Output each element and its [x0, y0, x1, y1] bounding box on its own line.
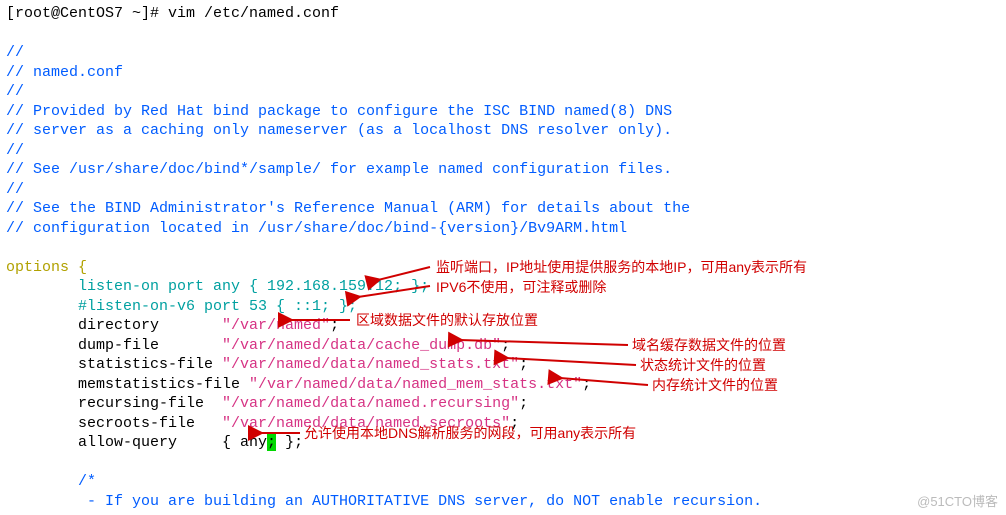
comment-line: // See the BIND Administrator's Referenc…: [6, 199, 1000, 219]
comment-line: // named.conf: [6, 63, 1000, 83]
comment-line: //: [6, 43, 1000, 63]
secroots-file-line: secroots-file "/var/named/data/named.sec…: [6, 414, 1000, 434]
statistics-file-line: statistics-file "/var/named/data/named_s…: [6, 355, 1000, 375]
recursing-file-line: recursing-file "/var/named/data/named.re…: [6, 394, 1000, 414]
comment-line: //: [6, 82, 1000, 102]
block-comment-line: /*: [6, 472, 1000, 492]
listen-on-line: listen-on port any { 192.168.159.12; };: [6, 277, 1000, 297]
shell-prompt: [root@CentOS7 ~]# vim /etc/named.conf: [6, 4, 1000, 24]
watermark-text: @51CTO博客: [917, 494, 998, 511]
allow-query-line: allow-query { any; };: [6, 433, 1000, 453]
dump-file-line: dump-file "/var/named/data/cache_dump.db…: [6, 336, 1000, 356]
block-comment-line: - If you are building an AUTHORITATIVE D…: [6, 492, 1000, 512]
comment-line: //: [6, 141, 1000, 161]
comment-line: // configuration located in /usr/share/d…: [6, 219, 1000, 239]
comment-line: //: [6, 180, 1000, 200]
comment-line: // server as a caching only nameserver (…: [6, 121, 1000, 141]
terminal-view: [root@CentOS7 ~]# vim /etc/named.conf //…: [0, 0, 1006, 515]
listen-on-v6-line: #listen-on-v6 port 53 { ::1; };: [6, 297, 1000, 317]
comment-line: // See /usr/share/doc/bind*/sample/ for …: [6, 160, 1000, 180]
comment-line: // Provided by Red Hat bind package to c…: [6, 102, 1000, 122]
memstatistics-file-line: memstatistics-file "/var/named/data/name…: [6, 375, 1000, 395]
cursor-position: ;: [267, 434, 276, 451]
directory-line: directory "/var/named";: [6, 316, 1000, 336]
options-open: options {: [6, 258, 1000, 278]
